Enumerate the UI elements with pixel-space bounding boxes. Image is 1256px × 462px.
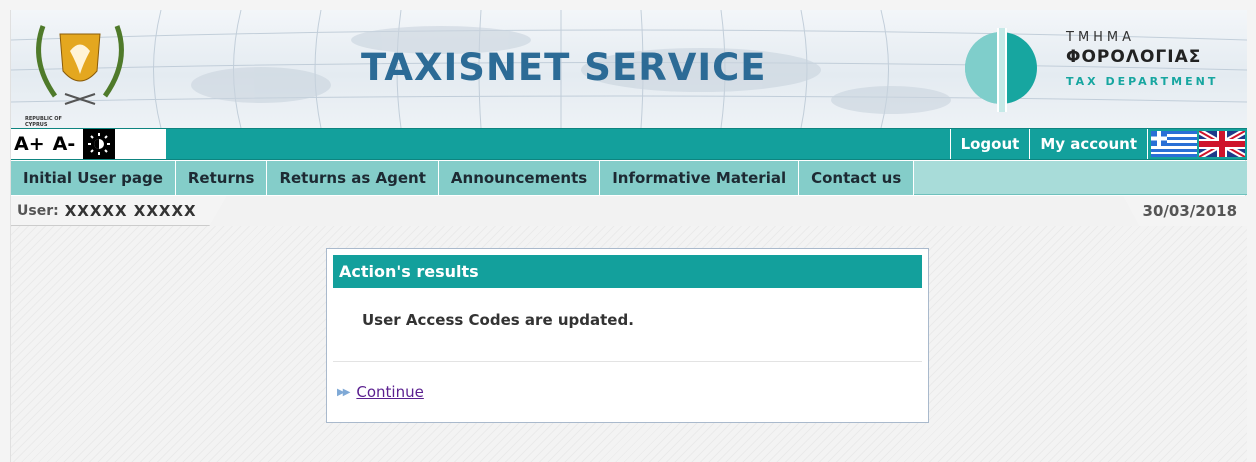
user-tab: User: XXXXX XXXXX [11,196,227,226]
nav-informative-material[interactable]: Informative Material [600,161,800,195]
tax-department-text: ΤΜΗΜΑ ΦΟΡΟΛΟΓΙΑΣ TAX DEPARTMENT [1066,30,1218,88]
main-navigation: Initial User page Returns Returns as Age… [11,161,1247,195]
font-decrease-button[interactable]: A- [53,133,76,155]
uk-flag-icon[interactable] [1199,131,1245,157]
site-title: TAXISNET SERVICE [361,46,767,89]
sun-contrast-icon[interactable] [83,129,116,159]
nav-contact-us[interactable]: Contact us [799,161,915,195]
user-info-bar: User: XXXXX XXXXX 30/03/2018 [11,196,1247,226]
coat-caption: REPUBLIC OF CYPRUS [25,116,62,128]
font-increase-button[interactable]: A+ [14,133,45,155]
account-links: Logout My account [949,129,1247,159]
result-message: User Access Codes are updated. [362,311,634,329]
greek-flag-icon[interactable] [1151,131,1197,157]
dept-greek-line2: ΦΟΡΟΛΟΓΙΑΣ [1066,47,1202,67]
tax-department-logo [951,18,1051,118]
current-date: 30/03/2018 [1123,196,1247,226]
double-arrow-icon: ▶▶ [337,386,350,398]
user-name: XXXXX XXXXX [64,201,197,220]
panel-divider [333,361,922,362]
nav-initial-user-page[interactable]: Initial User page [11,161,176,195]
logout-link[interactable]: Logout [949,129,1030,159]
my-account-link[interactable]: My account [1029,129,1147,159]
coat-of-arms-logo: REPUBLIC OF CYPRUS [25,16,135,128]
dept-greek-line1: ΤΜΗΜΑ [1066,30,1136,45]
top-toolbar: A+ A- Logout My account [11,128,1247,160]
page-frame: REPUBLIC OF CYPRUS TAXISNET SERVICE ΤΜΗΜ… [10,10,1247,462]
nav-announcements[interactable]: Announcements [438,161,601,195]
nav-returns-as-agent[interactable]: Returns as Agent [267,161,439,195]
panel-title: Action's results [333,255,922,288]
action-results-panel: Action's results User Access Codes are u… [326,248,929,423]
continue-link[interactable]: Continue [356,383,423,401]
header-banner: REPUBLIC OF CYPRUS TAXISNET SERVICE ΤΜΗΜ… [11,10,1247,128]
user-label: User: [17,202,59,219]
language-flags [1147,129,1247,159]
continue-row: ▶▶ Continue [337,383,424,401]
content-area: Action's results User Access Codes are u… [11,226,1247,462]
dept-english: TAX DEPARTMENT [1066,75,1219,88]
nav-returns[interactable]: Returns [175,161,268,195]
accessibility-controls: A+ A- [11,129,166,159]
